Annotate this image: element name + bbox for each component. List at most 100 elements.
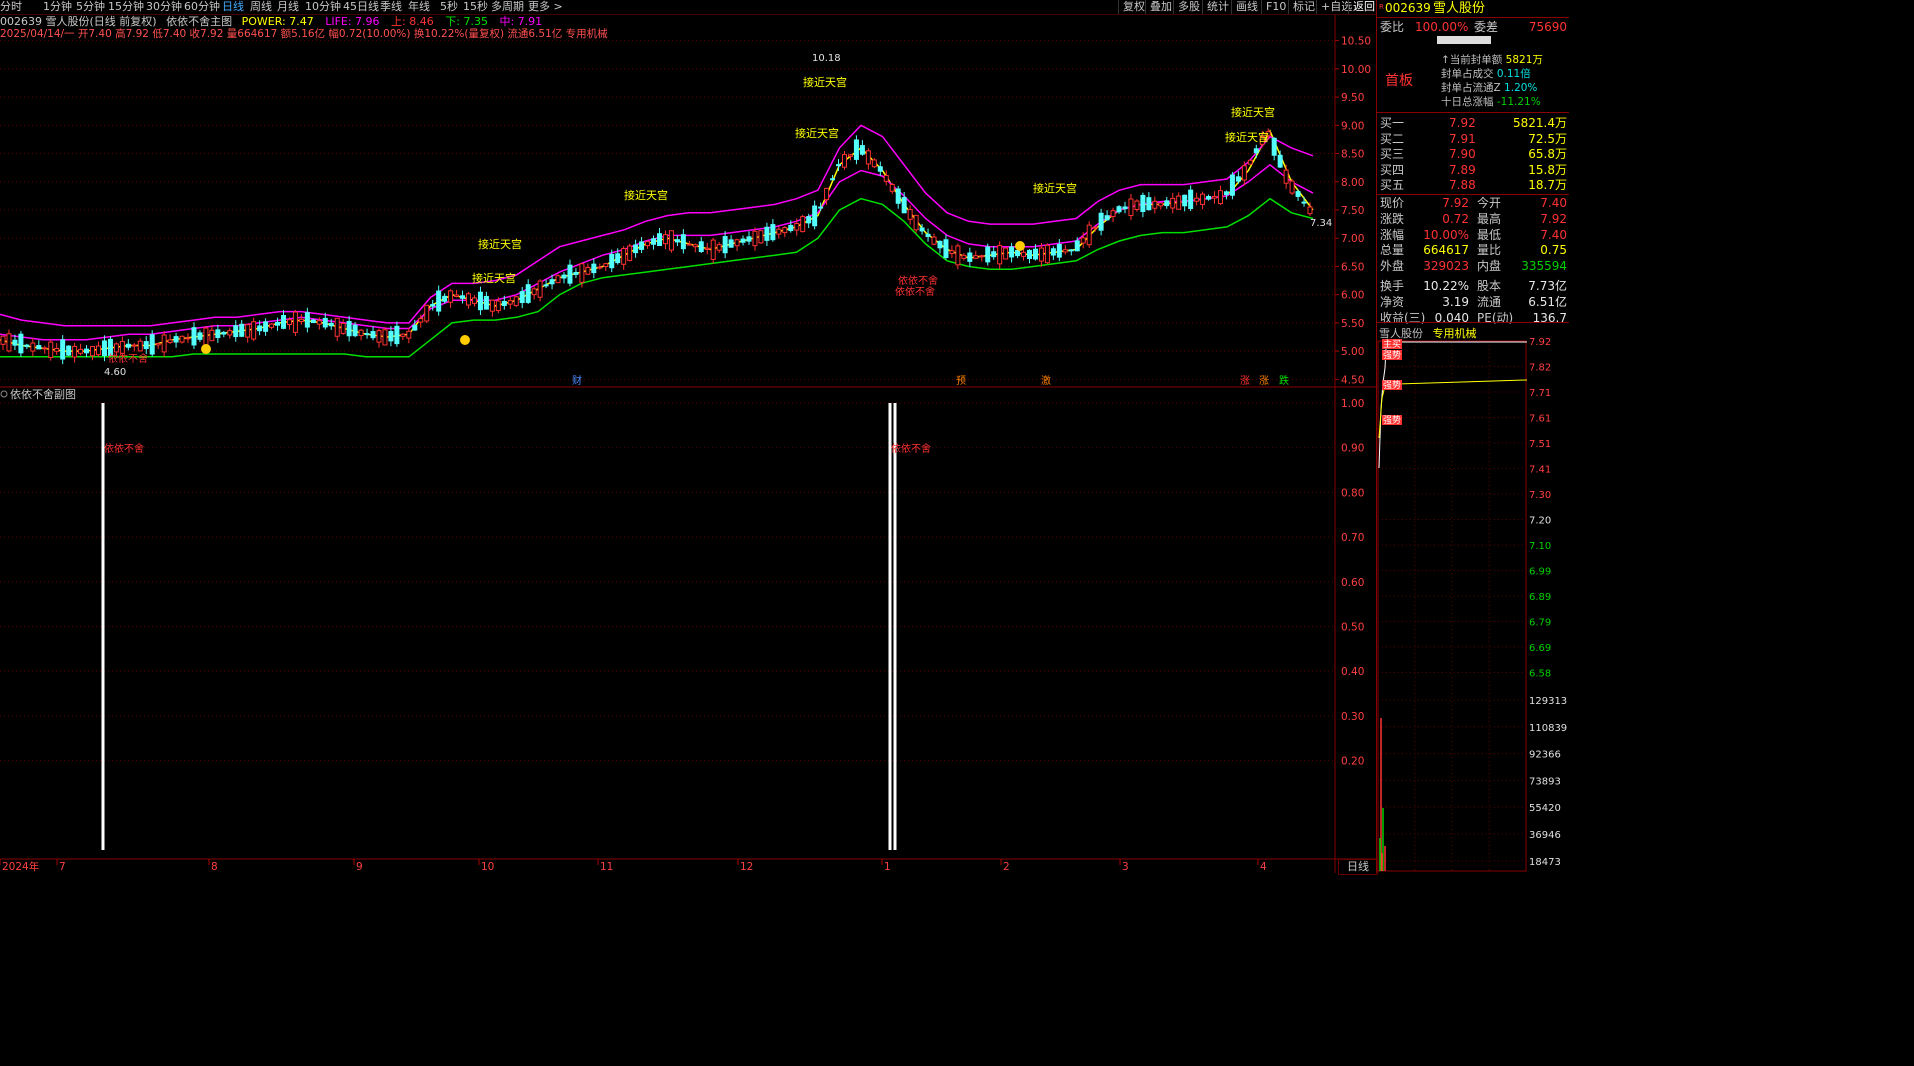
candle-body <box>90 346 96 357</box>
price-tick-label: 4.50 <box>1341 374 1364 386</box>
candle-body <box>573 271 579 275</box>
quote-label: 涨幅 <box>1380 227 1405 242</box>
candle-body <box>203 327 209 346</box>
candle-body <box>1146 197 1152 211</box>
mini-price-line <box>1378 341 1527 469</box>
mini-vol-tick: 73893 <box>1529 776 1561 787</box>
candle-body <box>961 254 967 259</box>
sub-tick-label: 0.50 <box>1341 622 1364 634</box>
candle-body <box>1301 201 1307 204</box>
candle-body <box>430 303 436 307</box>
price-tick-label: 6.00 <box>1341 290 1364 302</box>
candle-body <box>704 247 710 250</box>
candle-body <box>269 323 275 328</box>
bid-row[interactable]: 买三 7.90 65.8万 <box>1377 147 1569 162</box>
price-tick-label: 9.50 <box>1341 92 1364 104</box>
near-heaven-label: 接近天宫 <box>1033 181 1077 195</box>
candle-body <box>1271 137 1277 156</box>
seal-ratio-value: 0.11倍 <box>1496 68 1531 80</box>
candle-body <box>1128 198 1134 217</box>
candle-body <box>883 174 889 182</box>
seal-amount-label: ↑当前封单额 <box>1441 54 1503 66</box>
candle-body <box>101 340 107 357</box>
mini-price-tick: 6.58 <box>1529 669 1551 680</box>
candle-body <box>322 317 328 328</box>
candle-body <box>328 322 334 327</box>
candle-body <box>800 216 806 233</box>
candle-body <box>1277 154 1283 168</box>
candle-body <box>1289 180 1295 194</box>
candle-body <box>1050 248 1056 256</box>
candle-body <box>245 324 251 338</box>
candle-body <box>1116 206 1122 213</box>
candle-body <box>979 255 985 258</box>
candle-body <box>400 333 406 337</box>
ten-day-gain-label: 十日总涨幅 <box>1441 96 1494 108</box>
rise-marker: 涨 <box>1259 375 1269 387</box>
intraday-mini-chart[interactable]: 7.92 7.82 7.71 7.61 7.51 7.41 7.30 7.20 7.10 6.99… <box>1377 338 1569 873</box>
candle-body <box>1170 197 1176 209</box>
candle-body <box>531 288 537 296</box>
candle-body <box>107 338 113 356</box>
mini-price-tick: 6.89 <box>1529 592 1551 603</box>
period-label[interactable]: 日线 <box>1338 859 1378 875</box>
time-label: 10 <box>481 861 494 873</box>
candle-body <box>889 183 895 192</box>
candle-body <box>519 291 525 304</box>
seal-ratio-label: 封单占成交 <box>1441 68 1494 80</box>
candle-body <box>364 333 370 336</box>
sub-tick-label: 0.90 <box>1341 443 1364 455</box>
candle-body <box>1092 226 1098 229</box>
bid-price: 7.92 <box>1449 116 1476 130</box>
candle-body <box>1158 202 1164 207</box>
bid-row[interactable]: 买二 7.91 72.5万 <box>1377 132 1569 147</box>
candle-body <box>859 145 865 155</box>
mini-price-tick: 7.30 <box>1529 490 1551 501</box>
candle-body <box>1080 237 1086 244</box>
smiley-icon <box>1015 241 1025 251</box>
candle-body <box>1009 246 1015 258</box>
candle-body <box>555 275 561 284</box>
candle-body <box>991 251 997 258</box>
candle-body <box>173 336 179 343</box>
candle-body <box>1164 200 1170 207</box>
candle-body <box>919 227 925 232</box>
candle-body <box>967 252 973 262</box>
rise-marker: 涨 <box>1240 375 1250 387</box>
quote-panel: R 002639 雪人股份 委比 100.00% 委差 75690 首板 ↑当前… <box>1376 0 1569 873</box>
bid-row[interactable]: 买一 7.92 5821.4万 <box>1377 116 1569 131</box>
candle-body <box>436 290 442 312</box>
candle-body <box>907 209 913 220</box>
quote-value2: 7.40 <box>1540 227 1567 242</box>
mini-price-tick: 6.69 <box>1529 643 1551 654</box>
candle-body <box>233 325 239 338</box>
candle-body <box>865 150 871 165</box>
mini-vol-tick: 129313 <box>1529 696 1567 707</box>
weibi-label: 委比 <box>1380 20 1405 34</box>
candle-body <box>1182 194 1188 207</box>
candle-body <box>639 241 645 250</box>
candle-body <box>412 324 418 331</box>
candle-body <box>1015 249 1021 257</box>
candle-body <box>376 330 382 343</box>
bid-row[interactable]: 买五 7.88 18.7万 <box>1377 178 1569 193</box>
candle-body <box>143 341 149 350</box>
candle-body <box>812 205 818 227</box>
candle-body <box>830 178 836 181</box>
candle-body <box>149 334 155 355</box>
time-label: 8 <box>211 861 218 873</box>
pane-settings-icon <box>0 390 8 398</box>
quote-label2: 股本 <box>1477 279 1502 293</box>
near-heaven-label: 接近天宫 <box>472 271 516 285</box>
price-tick-label: 9.00 <box>1341 120 1364 132</box>
candle-body <box>943 239 949 258</box>
bid-row[interactable]: 买四 7.89 15.8万 <box>1377 163 1569 178</box>
mini-price-tick: 6.99 <box>1529 567 1551 578</box>
candle-body <box>931 236 937 245</box>
candle-body <box>1206 196 1212 200</box>
chart-area: 10.5010.009.509.008.508.007.507.006.506.… <box>0 15 1376 873</box>
sub-signal-label: 依依不舍 <box>104 442 144 455</box>
candle-body <box>257 325 263 332</box>
time-label: 3 <box>1122 861 1129 873</box>
candle-body <box>0 335 6 345</box>
